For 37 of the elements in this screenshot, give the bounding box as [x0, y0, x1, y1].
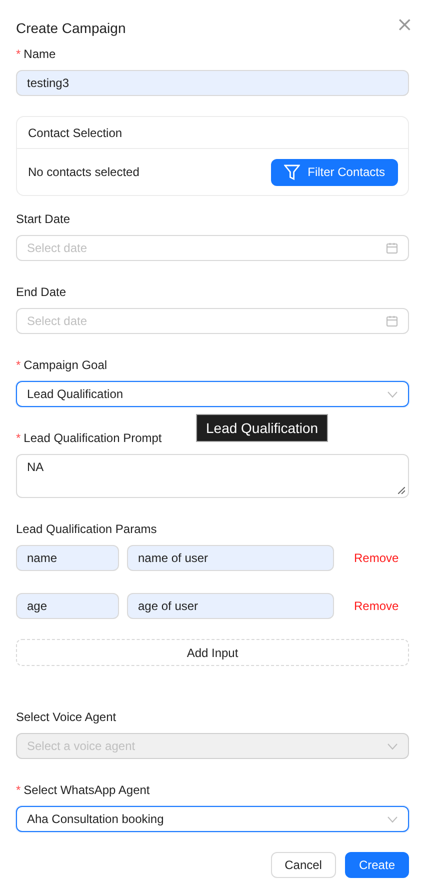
required-mark: * — [16, 430, 21, 444]
required-mark: * — [16, 782, 21, 796]
required-mark: * — [16, 46, 21, 60]
text-input[interactable]: testing3 — [16, 70, 409, 96]
add-input-button[interactable]: Add Input — [16, 639, 409, 666]
dialog-title: Create Campaign — [16, 20, 126, 36]
filter-contacts-button[interactable]: Filter Contacts — [270, 158, 398, 186]
field-label: Start Date — [16, 212, 70, 226]
field-label: Select Voice Agent — [16, 710, 116, 724]
resize-handle-icon — [398, 487, 405, 494]
param-key-input[interactable]: age — [16, 593, 119, 619]
tooltip: Lead Qualification — [196, 414, 328, 442]
select-field[interactable]: Aha Consultation booking — [16, 806, 409, 832]
select-field[interactable]: Lead Qualification — [16, 381, 409, 407]
param-description-input[interactable]: age of user — [127, 593, 334, 619]
param-description-input[interactable]: name of user — [127, 545, 334, 571]
field-label: Lead Qualification Prompt — [24, 430, 162, 444]
field-label: Campaign Goal — [24, 358, 108, 372]
chevron-down-icon — [387, 816, 398, 822]
cancel-button[interactable]: Cancel — [270, 852, 336, 878]
prompt-textarea[interactable]: NA — [16, 454, 409, 498]
calendar-icon — [386, 315, 398, 327]
remove-link[interactable]: Remove — [354, 551, 399, 565]
field-label: Name — [24, 46, 56, 60]
param-key-input[interactable]: name — [16, 545, 119, 571]
field-label: Select WhatsApp Agent — [24, 782, 150, 796]
filter-icon — [284, 164, 300, 180]
field-label: End Date — [16, 284, 66, 298]
required-mark: * — [16, 358, 21, 372]
create-button[interactable]: Create — [344, 852, 409, 878]
field-label: Lead Qualification Params — [16, 522, 157, 536]
chevron-down-icon — [387, 742, 398, 750]
contacts-status: No contacts selected — [28, 165, 140, 179]
chevron-down-icon — [387, 390, 398, 398]
calendar-icon — [386, 242, 398, 254]
card-title: Contact Selection — [28, 126, 122, 140]
remove-link[interactable]: Remove — [354, 599, 399, 613]
